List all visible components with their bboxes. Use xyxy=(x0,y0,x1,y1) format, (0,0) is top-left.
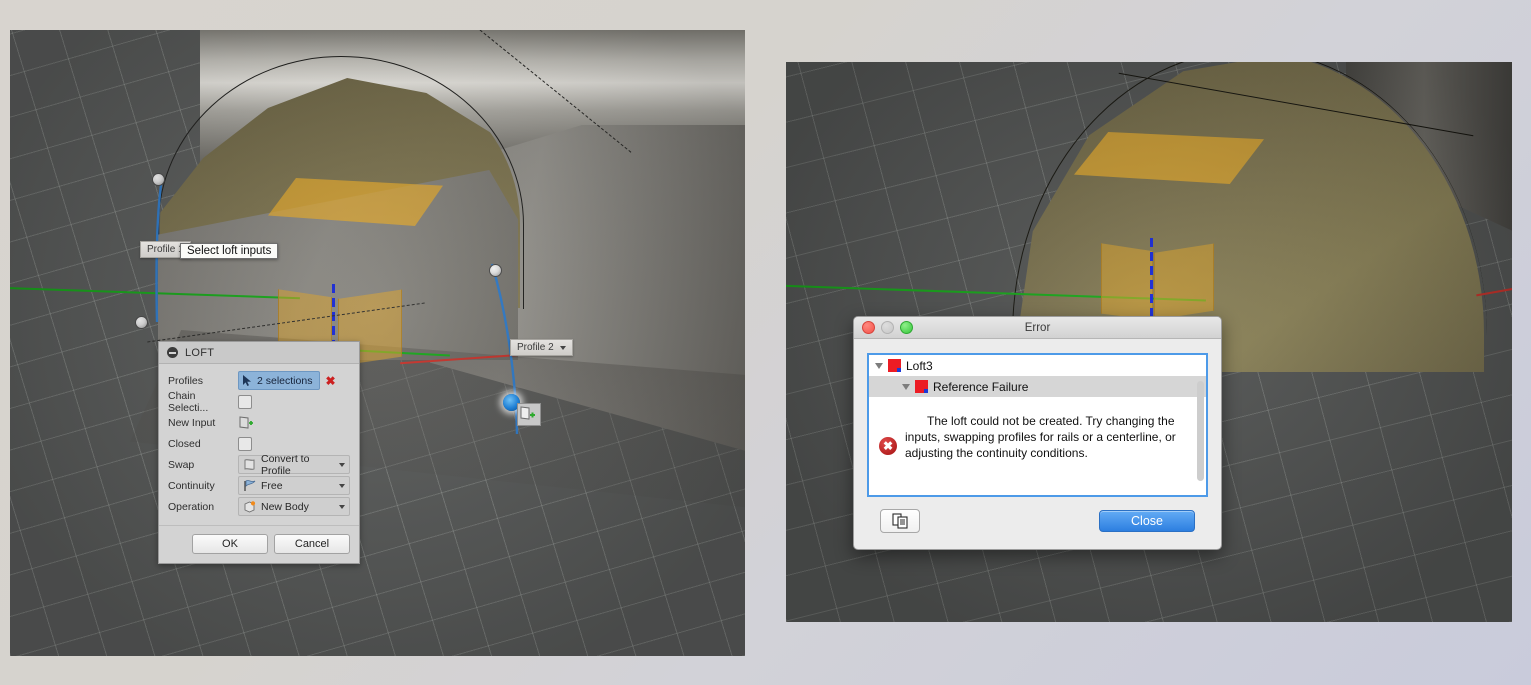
new-body-icon xyxy=(244,501,256,513)
continuity-dropdown[interactable]: Free xyxy=(238,476,350,495)
tree-row-loft3[interactable]: Loft3 xyxy=(869,355,1206,376)
collapse-icon[interactable] xyxy=(167,347,178,358)
label-continuity: Continuity xyxy=(168,479,215,492)
chevron-down-icon-3[interactable] xyxy=(339,504,345,509)
copy-icon xyxy=(891,513,908,529)
row-profiles: Profiles 2 selections ✖ xyxy=(159,370,359,391)
row-continuity: Continuity Free xyxy=(159,475,359,496)
new-profile-cursor-icon xyxy=(517,403,541,426)
viewport-left[interactable] xyxy=(10,30,745,656)
row-swap: Swap Convert to Profile xyxy=(159,452,359,477)
error-dialog-footer: Close xyxy=(867,497,1208,533)
closed-checkbox[interactable] xyxy=(238,436,252,451)
label-chain-selection: Chain Selecti... xyxy=(168,389,209,414)
new-input-plane-icon[interactable] xyxy=(238,415,253,430)
error-dialog[interactable]: Error Loft3 Reference Failure ✖ The loft… xyxy=(853,316,1222,550)
close-button[interactable]: Close xyxy=(1099,510,1195,532)
error-square-icon-2 xyxy=(915,380,928,393)
cursor-arrow-icon xyxy=(243,375,251,386)
disclosure-triangle-icon-2[interactable] xyxy=(902,383,910,390)
error-circle-icon: ✖ xyxy=(879,437,897,455)
row-chain-selection: Chain Selecti... xyxy=(159,389,359,414)
label-operation: Operation xyxy=(168,500,215,513)
label-closed: Closed xyxy=(168,437,201,450)
row-operation: Operation New Body xyxy=(159,496,359,517)
row-closed: Closed xyxy=(159,433,359,454)
cancel-button[interactable]: Cancel xyxy=(274,534,350,554)
surface-icon xyxy=(244,459,255,470)
loft-dialog-footer: OK Cancel xyxy=(159,525,359,563)
label-swap: Swap xyxy=(168,458,195,471)
copy-to-clipboard-button[interactable] xyxy=(880,509,920,533)
tree-item-label-0: Loft3 xyxy=(906,358,933,373)
loft-dialog-title: LOFT xyxy=(185,346,215,359)
profile-2-badge[interactable]: Profile 2 xyxy=(510,339,573,356)
tree-row-reference-failure[interactable]: Reference Failure xyxy=(869,376,1206,397)
tree-item-label-1: Reference Failure xyxy=(933,379,1029,394)
error-dialog-title: Error xyxy=(1024,321,1051,334)
select-loft-inputs-tooltip: Select loft inputs xyxy=(180,243,279,259)
chevron-down-icon[interactable] xyxy=(339,462,345,467)
operation-dropdown[interactable]: New Body xyxy=(238,497,350,516)
error-tree[interactable]: Loft3 Reference Failure ✖ The loft could… xyxy=(867,353,1208,497)
swap-dropdown[interactable]: Convert to Profile xyxy=(238,452,350,477)
continuity-flag-icon xyxy=(244,480,256,491)
profile-2-chevron-down-icon[interactable] xyxy=(559,345,566,350)
profile-1-label: Profile 1 xyxy=(147,244,184,255)
loft-dialog[interactable]: LOFT Profiles 2 selections ✖ Chain Selec… xyxy=(158,341,360,564)
disclosure-triangle-icon[interactable] xyxy=(875,362,883,369)
viewport-vignette xyxy=(10,30,745,656)
loft-rows: Profiles 2 selections ✖ Chain Selecti...… xyxy=(159,364,359,521)
label-new-input: New Input xyxy=(168,416,216,429)
error-message-area: ✖ The loft could not be created. Try cha… xyxy=(869,397,1206,462)
loft-dialog-header[interactable]: LOFT xyxy=(159,342,359,364)
swap-value: Convert to Profile xyxy=(261,452,310,477)
profiles-selection-count: 2 selections xyxy=(257,374,313,387)
error-dialog-body: Loft3 Reference Failure ✖ The loft could… xyxy=(854,339,1221,533)
error-dialog-titlebar[interactable]: Error xyxy=(854,317,1221,339)
error-tree-scrollbar[interactable] xyxy=(1197,381,1204,481)
chevron-down-icon-2[interactable] xyxy=(339,483,345,488)
snap-point-cursor xyxy=(503,394,545,426)
continuity-value: Free xyxy=(261,479,283,492)
error-square-icon xyxy=(888,359,901,372)
operation-value: New Body xyxy=(261,500,309,513)
chain-selection-checkbox[interactable] xyxy=(238,394,252,409)
label-profiles: Profiles xyxy=(168,374,204,387)
profiles-selection-chip[interactable]: 2 selections xyxy=(238,371,321,390)
error-message-text: The loft could not be created. Try chang… xyxy=(905,414,1176,461)
clear-selection-icon[interactable]: ✖ xyxy=(325,375,335,387)
ok-button[interactable]: OK xyxy=(192,534,268,554)
profile-2-label: Profile 2 xyxy=(517,342,554,353)
row-new-input: New Input xyxy=(159,412,359,433)
